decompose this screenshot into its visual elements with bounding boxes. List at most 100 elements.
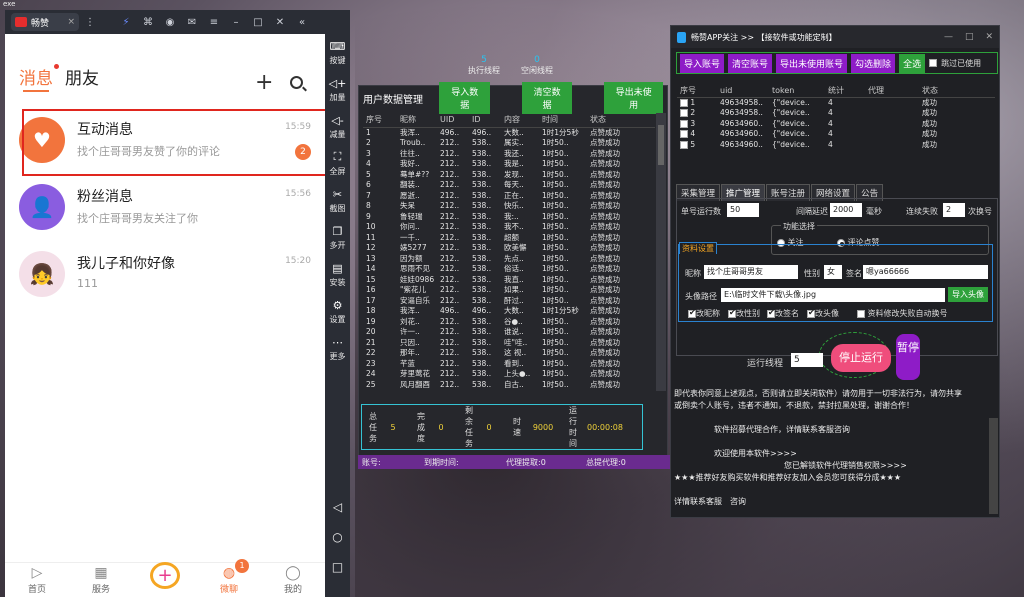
table-row[interactable]: 6 翻装.. 212.. 538.. 每天.. 1时50.. 点赞成功 xyxy=(363,180,655,191)
table-row[interactable]: 7 愿逝.. 212.. 538.. 正在.. 1时50.. 点赞成功 xyxy=(363,191,655,202)
settings-button[interactable]: ⚙ 设置 xyxy=(325,293,350,330)
mail-icon[interactable]: ✉ xyxy=(181,17,203,28)
conversation-item[interactable]: 👧 我儿子和你好像 111 15:20 xyxy=(19,244,319,308)
column-header[interactable]: 时间 xyxy=(539,113,587,128)
row-checkbox[interactable] xyxy=(680,119,688,128)
fold-icon[interactable]: ≡ xyxy=(203,17,225,28)
minimize-icon[interactable]: — xyxy=(944,32,953,42)
table-row[interactable]: 3 往往.. 212.. 538.. 我还.. 1时50.. 点赞成功 xyxy=(363,149,655,160)
search-icon[interactable] xyxy=(290,76,303,89)
export-unused-button[interactable]: 导出未使用 xyxy=(604,82,663,114)
close-icon[interactable]: ✕ xyxy=(985,32,993,42)
change-avatar-checkbox[interactable]: 改头像 xyxy=(807,308,839,319)
column-header[interactable]: 状态 xyxy=(919,84,995,98)
interval-input[interactable]: 2000 xyxy=(830,203,862,217)
table-row[interactable]: 17 安逼自乐 212.. 538.. 酐过.. 1时50.. 点赞成功 xyxy=(363,296,655,307)
collapse-icon[interactable]: « xyxy=(291,17,313,28)
gamepad-icon[interactable]: ⌘ xyxy=(137,17,159,28)
import-data-button[interactable]: 导入数据 xyxy=(439,82,491,114)
recent-apps-icon[interactable]: □ xyxy=(325,552,350,582)
change-nickname-checkbox[interactable]: 改昵称 xyxy=(688,308,720,319)
nav-publish[interactable]: + xyxy=(133,562,197,597)
column-header[interactable]: 序号 xyxy=(677,84,717,98)
pause-button[interactable]: 暂停 xyxy=(896,334,920,380)
conversation-item[interactable]: 👤 粉丝消息 找个庄哥哥男友关注了你 15:56 xyxy=(19,177,319,241)
column-header[interactable]: 序号 xyxy=(363,113,397,128)
column-header[interactable]: 代理 xyxy=(865,84,919,98)
table-row[interactable]: 8 失呆 212.. 538.. 快乐.. 1时50.. 点赞成功 xyxy=(363,201,655,212)
table-row[interactable]: 9 鲁轻瑞 212.. 538.. 我:.. 1时50.. 点赞成功 xyxy=(363,212,655,223)
add-icon[interactable]: + xyxy=(255,72,273,94)
close-icon[interactable]: ✕ xyxy=(269,17,291,28)
nav-mine[interactable]: ◯ 我的 xyxy=(261,563,325,597)
lightning-icon[interactable]: ⚡ xyxy=(115,17,137,28)
emulator-tab[interactable]: 畅赞 × xyxy=(11,13,79,31)
table-row[interactable]: 22 那年.. 212.. 538.. 这 视.. 1时50.. 点赞成功 xyxy=(363,348,655,359)
table-row[interactable]: 14 思雨不见 212.. 538.. 俗话.. 1时50.. 点赞成功 xyxy=(363,264,655,275)
change-gender-checkbox[interactable]: 改性别 xyxy=(728,308,760,319)
maximize-icon[interactable]: □ xyxy=(965,32,974,42)
table-row[interactable]: 19 刘花.. 212.. 538.. 谷●.. 1时50.. 点赞成功 xyxy=(363,317,655,328)
auto-switch-checkbox[interactable]: 资料修改失败自动换号 xyxy=(857,308,948,319)
table-row[interactable]: 2 49634958.. {"device.. 4 成功 xyxy=(677,108,995,119)
keymap-button[interactable]: ⌨ 按键 xyxy=(325,34,350,71)
table-row[interactable]: 2 Troub.. 212.. 538.. 属实.. 1时50.. 点赞成功 xyxy=(363,138,655,149)
row-checkbox[interactable] xyxy=(680,140,688,149)
multi-open-button[interactable]: ❐ 多开 xyxy=(325,219,350,256)
run-thread-input[interactable]: 5 xyxy=(791,353,823,367)
column-header[interactable]: 状态 xyxy=(587,113,655,128)
screenshot-button[interactable]: ✂ 截图 xyxy=(325,182,350,219)
row-checkbox[interactable] xyxy=(680,109,688,117)
export-unused-account-button[interactable]: 导出未使用账号 xyxy=(776,53,848,73)
nickname-input[interactable]: 找个庄哥哥男友 xyxy=(704,265,798,279)
table-row[interactable]: 11 一千.. 212.. 538.. 超额 1时50.. 点赞成功 xyxy=(363,233,655,244)
back-icon[interactable]: ◁ xyxy=(325,492,350,522)
table-row[interactable]: 23 芊蓝 212.. 538.. 看到.. 1时50.. 点赞成功 xyxy=(363,359,655,370)
clear-account-button[interactable]: 清空账号 xyxy=(728,53,773,73)
nav-home[interactable]: ▷ 首页 xyxy=(5,563,69,597)
table-scrollbar[interactable] xyxy=(656,113,666,391)
table-row[interactable]: 21 只因.. 212.. 538.. 哇"哇.. 1时50.. 点赞成功 xyxy=(363,338,655,349)
skip-used-checkbox[interactable] xyxy=(929,59,938,67)
tab-friends[interactable]: 朋友 xyxy=(65,64,99,89)
table-row[interactable]: 5 49634960.. {"device.. 4 成功 xyxy=(677,140,995,151)
signature-input[interactable]: 嗯ya66666 xyxy=(863,265,988,279)
row-checkbox[interactable] xyxy=(680,130,688,138)
column-header[interactable]: uid xyxy=(717,84,769,98)
volume-down-button[interactable]: ◁- 减量 xyxy=(325,108,350,145)
volume-up-button[interactable]: ◁+ 加量 xyxy=(325,71,350,108)
table-row[interactable]: 1 49634958.. {"device.. 4 成功 xyxy=(677,97,995,108)
nav-service[interactable]: ▦ 服务 xyxy=(69,563,133,597)
gender-input[interactable]: 女 xyxy=(824,265,842,279)
nav-chat[interactable]: ◍ 微聊 1 xyxy=(197,559,261,597)
table-row[interactable]: 25 风月翻酉 212.. 538.. 自古.. 1时50.. 点赞成功 xyxy=(363,380,655,391)
menu-dots-icon[interactable]: ⋮ xyxy=(79,17,101,28)
table-row[interactable]: 12 婊5277 212.. 538.. 欧美懈 1时50.. 点赞成功 xyxy=(363,243,655,254)
install-button[interactable]: ▤ 安装 xyxy=(325,256,350,293)
more-button[interactable]: ⋯ 更多 xyxy=(325,330,350,367)
table-row[interactable]: 10 你问.. 212.. 538.. 我不.. 1时50.. 点赞成功 xyxy=(363,222,655,233)
fail-input[interactable]: 2 xyxy=(943,203,965,217)
tab-messages[interactable]: 消息 xyxy=(19,64,59,92)
import-avatar-button[interactable]: 导入头像 xyxy=(948,287,988,302)
table-row[interactable]: 5 蓦单#?? 212.. 538.. 发现.. 1时50.. 点赞成功 xyxy=(363,170,655,181)
column-header[interactable]: 内容 xyxy=(501,113,539,128)
avatar-path-input[interactable]: E:\临时文件下载\头像.jpg xyxy=(721,288,945,302)
user-icon[interactable]: ◉ xyxy=(159,17,181,28)
column-header[interactable]: UID xyxy=(437,113,469,128)
tab-close-icon[interactable]: × xyxy=(67,17,75,27)
fullscreen-button[interactable]: ⛶ 全屏 xyxy=(325,145,350,182)
table-row[interactable]: 1 我浑.. 496.. 496.. 大数.. 1时1分5秒 点赞成功 xyxy=(363,127,655,138)
table-row[interactable]: 4 49634960.. {"device.. 4 成功 xyxy=(677,129,995,140)
column-header[interactable]: token xyxy=(769,84,825,98)
column-header[interactable]: 统计 xyxy=(825,84,865,98)
table-row[interactable]: 15 娃娃0986 212.. 538.. 我直.. 1时50.. 点赞成功 xyxy=(363,275,655,286)
select-all-button[interactable]: 全选 xyxy=(899,53,926,73)
stop-run-button[interactable]: 停止运行 xyxy=(831,344,891,372)
table-row[interactable]: 4 我好.. 212.. 538.. 我是.. 1时50.. 点赞成功 xyxy=(363,159,655,170)
table-row[interactable]: 20 许一.. 212.. 538.. 谁说.. 1时50.. 点赞成功 xyxy=(363,327,655,338)
column-header[interactable]: 昵称 xyxy=(397,113,437,128)
notice-scrollbar[interactable] xyxy=(989,418,998,514)
single-run-input[interactable]: 50 xyxy=(727,203,759,217)
maximize-icon[interactable]: □ xyxy=(247,17,269,28)
